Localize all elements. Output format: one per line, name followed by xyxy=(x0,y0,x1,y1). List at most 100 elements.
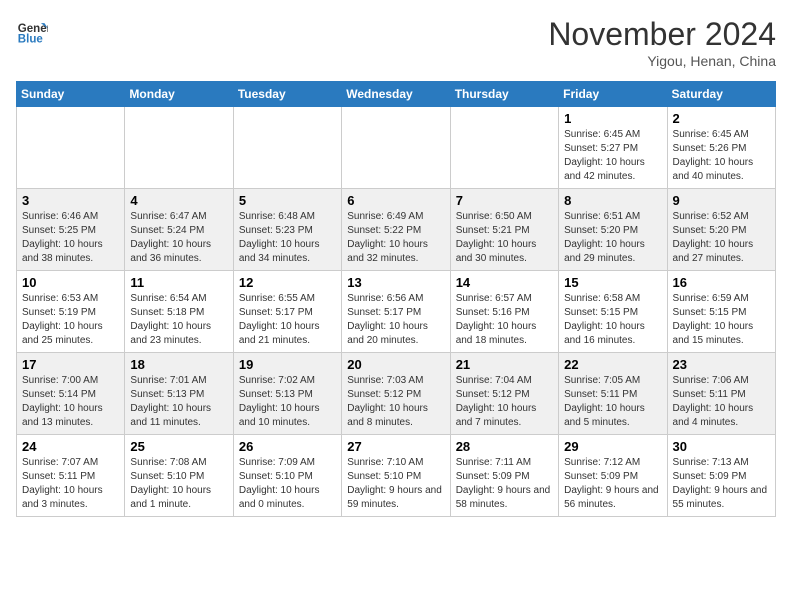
day-number: 27 xyxy=(347,439,444,454)
day-info: Sunrise: 7:09 AM Sunset: 5:10 PM Dayligh… xyxy=(239,456,336,512)
day-number: 26 xyxy=(239,439,336,454)
day-info: Sunrise: 6:49 AM Sunset: 5:22 PM Dayligh… xyxy=(347,210,444,266)
weekday-header-tuesday: Tuesday xyxy=(233,82,341,107)
day-number: 15 xyxy=(564,275,661,290)
day-info: Sunrise: 6:56 AM Sunset: 5:17 PM Dayligh… xyxy=(347,292,444,348)
calendar-cell: 18 Sunrise: 7:01 AM Sunset: 5:13 PM Dayli… xyxy=(125,353,233,435)
day-number: 6 xyxy=(347,193,444,208)
calendar-cell: 20 Sunrise: 7:03 AM Sunset: 5:12 PM Dayli… xyxy=(342,353,450,435)
day-number: 7 xyxy=(456,193,553,208)
day-number: 23 xyxy=(673,357,770,372)
day-info: Sunrise: 7:00 AM Sunset: 5:14 PM Dayligh… xyxy=(22,374,119,430)
calendar-cell: 25Sunrise: 7:08 AM Sunset: 5:10 PM Dayli… xyxy=(125,435,233,517)
weekday-header-thursday: Thursday xyxy=(450,82,558,107)
day-number: 21 xyxy=(456,357,553,372)
calendar-cell: 28 Sunrise: 7:11 AM Sunset: 5:09 PM Dayli… xyxy=(450,435,558,517)
week-row-5: 24Sunrise: 7:07 AM Sunset: 5:11 PM Dayli… xyxy=(17,435,776,517)
logo: General Blue xyxy=(16,16,48,48)
day-number: 8 xyxy=(564,193,661,208)
day-info: Sunrise: 7:11 AM Sunset: 5:09 PM Dayligh… xyxy=(456,456,553,512)
day-number: 3 xyxy=(22,193,119,208)
day-info: Sunrise: 6:47 AM Sunset: 5:24 PM Dayligh… xyxy=(130,210,227,266)
calendar-cell: 14 Sunrise: 6:57 AM Sunset: 5:16 PM Dayli… xyxy=(450,271,558,353)
weekday-header-row: SundayMondayTuesdayWednesdayThursdayFrid… xyxy=(17,82,776,107)
calendar-cell: 30 Sunrise: 7:13 AM Sunset: 5:09 PM Dayli… xyxy=(667,435,775,517)
calendar-cell: 29 Sunrise: 7:12 AM Sunset: 5:09 PM Dayli… xyxy=(559,435,667,517)
weekday-header-wednesday: Wednesday xyxy=(342,82,450,107)
day-number: 12 xyxy=(239,275,336,290)
week-row-3: 10 Sunrise: 6:53 AM Sunset: 5:19 PM Dayli… xyxy=(17,271,776,353)
weekday-header-sunday: Sunday xyxy=(17,82,125,107)
day-info: Sunrise: 7:05 AM Sunset: 5:11 PM Dayligh… xyxy=(564,374,661,430)
day-info: Sunrise: 6:57 AM Sunset: 5:16 PM Dayligh… xyxy=(456,292,553,348)
calendar-cell: 7 Sunrise: 6:50 AM Sunset: 5:21 PM Daylig… xyxy=(450,189,558,271)
day-info: Sunrise: 7:08 AM Sunset: 5:10 PM Dayligh… xyxy=(130,456,227,512)
day-info: Sunrise: 6:45 AM Sunset: 5:26 PM Dayligh… xyxy=(673,128,770,184)
day-number: 24 xyxy=(22,439,119,454)
calendar-cell: 3 Sunrise: 6:46 AM Sunset: 5:25 PM Daylig… xyxy=(17,189,125,271)
day-number: 9 xyxy=(673,193,770,208)
day-info: Sunrise: 7:12 AM Sunset: 5:09 PM Dayligh… xyxy=(564,456,661,512)
day-number: 30 xyxy=(673,439,770,454)
calendar-cell: 22 Sunrise: 7:05 AM Sunset: 5:11 PM Dayli… xyxy=(559,353,667,435)
day-info: Sunrise: 7:04 AM Sunset: 5:12 PM Dayligh… xyxy=(456,374,553,430)
weekday-header-monday: Monday xyxy=(125,82,233,107)
calendar-cell: 19Sunrise: 7:02 AM Sunset: 5:13 PM Dayli… xyxy=(233,353,341,435)
calendar-cell: 4 Sunrise: 6:47 AM Sunset: 5:24 PM Daylig… xyxy=(125,189,233,271)
day-info: Sunrise: 6:51 AM Sunset: 5:20 PM Dayligh… xyxy=(564,210,661,266)
day-info: Sunrise: 6:59 AM Sunset: 5:15 PM Dayligh… xyxy=(673,292,770,348)
calendar-cell: 24Sunrise: 7:07 AM Sunset: 5:11 PM Dayli… xyxy=(17,435,125,517)
day-number: 2 xyxy=(673,111,770,126)
day-info: Sunrise: 7:01 AM Sunset: 5:13 PM Dayligh… xyxy=(130,374,227,430)
day-info: Sunrise: 7:13 AM Sunset: 5:09 PM Dayligh… xyxy=(673,456,770,512)
day-number: 17 xyxy=(22,357,119,372)
calendar-cell: 12 Sunrise: 6:55 AM Sunset: 5:17 PM Dayli… xyxy=(233,271,341,353)
week-row-2: 3 Sunrise: 6:46 AM Sunset: 5:25 PM Daylig… xyxy=(17,189,776,271)
calendar-cell xyxy=(450,107,558,189)
calendar-cell: 23 Sunrise: 7:06 AM Sunset: 5:11 PM Dayli… xyxy=(667,353,775,435)
day-info: Sunrise: 6:58 AM Sunset: 5:15 PM Dayligh… xyxy=(564,292,661,348)
logo-icon: General Blue xyxy=(16,16,48,48)
day-number: 14 xyxy=(456,275,553,290)
day-info: Sunrise: 7:06 AM Sunset: 5:11 PM Dayligh… xyxy=(673,374,770,430)
calendar-cell xyxy=(125,107,233,189)
calendar-cell: 9 Sunrise: 6:52 AM Sunset: 5:20 PM Daylig… xyxy=(667,189,775,271)
week-row-4: 17 Sunrise: 7:00 AM Sunset: 5:14 PM Dayli… xyxy=(17,353,776,435)
calendar-table: SundayMondayTuesdayWednesdayThursdayFrid… xyxy=(16,81,776,517)
day-number: 22 xyxy=(564,357,661,372)
calendar-cell: 2 Sunrise: 6:45 AM Sunset: 5:26 PM Daylig… xyxy=(667,107,775,189)
day-info: Sunrise: 6:52 AM Sunset: 5:20 PM Dayligh… xyxy=(673,210,770,266)
day-info: Sunrise: 6:54 AM Sunset: 5:18 PM Dayligh… xyxy=(130,292,227,348)
day-number: 29 xyxy=(564,439,661,454)
day-number: 13 xyxy=(347,275,444,290)
weekday-header-saturday: Saturday xyxy=(667,82,775,107)
calendar-cell: 21 Sunrise: 7:04 AM Sunset: 5:12 PM Dayli… xyxy=(450,353,558,435)
calendar-cell: 15 Sunrise: 6:58 AM Sunset: 5:15 PM Dayli… xyxy=(559,271,667,353)
day-info: Sunrise: 6:46 AM Sunset: 5:25 PM Dayligh… xyxy=(22,210,119,266)
svg-text:Blue: Blue xyxy=(18,34,44,46)
day-number: 1 xyxy=(564,111,661,126)
day-number: 28 xyxy=(456,439,553,454)
calendar-cell: 5Sunrise: 6:48 AM Sunset: 5:23 PM Daylig… xyxy=(233,189,341,271)
day-info: Sunrise: 7:03 AM Sunset: 5:12 PM Dayligh… xyxy=(347,374,444,430)
month-title: November 2024 xyxy=(548,16,776,53)
day-number: 20 xyxy=(347,357,444,372)
day-number: 5 xyxy=(239,193,336,208)
day-number: 18 xyxy=(130,357,227,372)
day-number: 10 xyxy=(22,275,119,290)
day-info: Sunrise: 6:55 AM Sunset: 5:17 PM Dayligh… xyxy=(239,292,336,348)
calendar-cell: 6 Sunrise: 6:49 AM Sunset: 5:22 PM Daylig… xyxy=(342,189,450,271)
calendar-cell xyxy=(17,107,125,189)
location: Yigou, Henan, China xyxy=(548,53,776,69)
calendar-cell: 10 Sunrise: 6:53 AM Sunset: 5:19 PM Dayli… xyxy=(17,271,125,353)
calendar-cell: 17 Sunrise: 7:00 AM Sunset: 5:14 PM Dayli… xyxy=(17,353,125,435)
day-info: Sunrise: 7:10 AM Sunset: 5:10 PM Dayligh… xyxy=(347,456,444,512)
day-info: Sunrise: 6:50 AM Sunset: 5:21 PM Dayligh… xyxy=(456,210,553,266)
day-info: Sunrise: 6:45 AM Sunset: 5:27 PM Dayligh… xyxy=(564,128,661,184)
calendar-cell: 13 Sunrise: 6:56 AM Sunset: 5:17 PM Dayli… xyxy=(342,271,450,353)
day-info: Sunrise: 6:53 AM Sunset: 5:19 PM Dayligh… xyxy=(22,292,119,348)
day-number: 4 xyxy=(130,193,227,208)
page-header: General Blue November 2024 Yigou, Henan,… xyxy=(16,16,776,69)
weekday-header-friday: Friday xyxy=(559,82,667,107)
calendar-cell: 11Sunrise: 6:54 AM Sunset: 5:18 PM Dayli… xyxy=(125,271,233,353)
